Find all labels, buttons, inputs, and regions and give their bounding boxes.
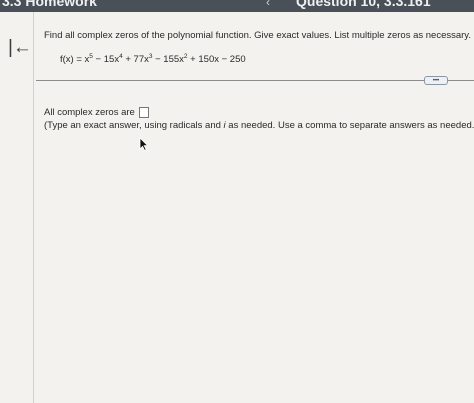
- mouse-pointer-icon: [139, 137, 149, 151]
- answer-line: All complex zeros are: [44, 107, 149, 118]
- instruction-part: as needed. Use a comma to separate answe…: [225, 120, 474, 131]
- first-page-icon[interactable]: |←: [8, 38, 32, 57]
- polynomial-function: f(x) = x5 − 15x4 + 77x3 − 155x2 + 150x −…: [60, 53, 246, 65]
- chevron-left-icon[interactable]: ‹: [266, 0, 270, 9]
- function-part: + 150x − 250: [187, 54, 246, 65]
- function-part: − 155x: [152, 54, 184, 65]
- more-options-button[interactable]: •••: [424, 76, 448, 85]
- assignment-title: 3.3 Homework: [2, 0, 97, 9]
- question-label: Question 10, 3.3.161: [296, 0, 431, 9]
- function-part: − 15x: [92, 54, 120, 65]
- instruction-part: (Type an exact answer, using radicals an…: [44, 120, 224, 131]
- function-part: + 77x: [122, 54, 149, 65]
- answer-instruction: (Type an exact answer, using radicals an…: [44, 120, 474, 131]
- problem-prompt: Find all complex zeros of the polynomial…: [44, 30, 471, 41]
- function-part: f(x) = x: [60, 54, 90, 65]
- sidebar-divider: [33, 12, 34, 403]
- section-divider: [36, 80, 474, 81]
- answer-label: All complex zeros are: [44, 107, 135, 118]
- answer-input[interactable]: [138, 107, 149, 118]
- header-bar: 3.3 Homework ‹ Question 10, 3.3.161: [0, 0, 474, 12]
